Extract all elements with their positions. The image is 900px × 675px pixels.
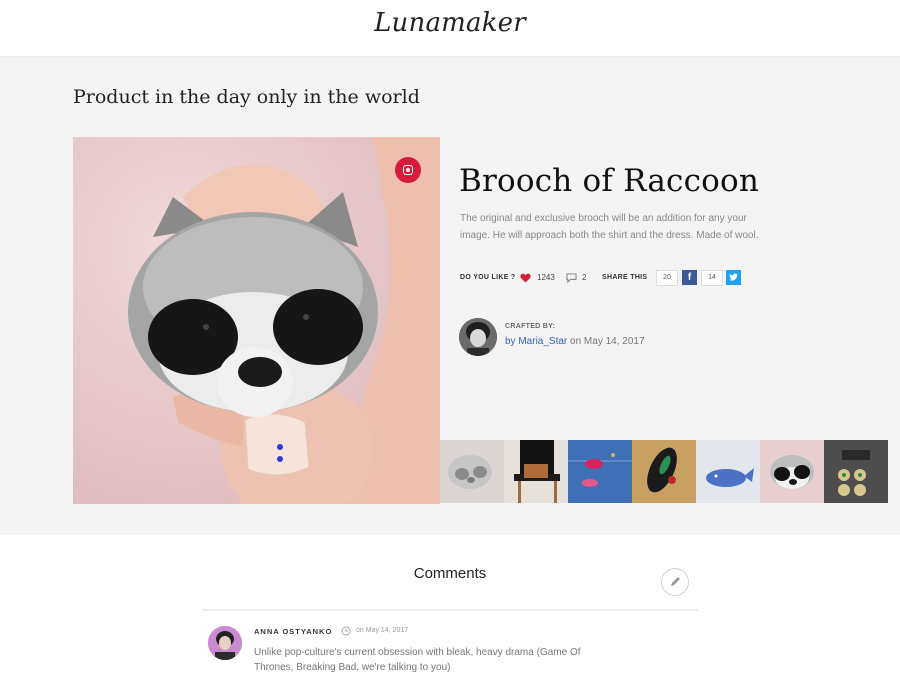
commenter-avatar[interactable] xyxy=(208,626,242,660)
comments-divider xyxy=(202,609,698,611)
thumbnail-lip-patches-on-denim[interactable] xyxy=(568,440,632,503)
comment-text: Unlike pop-culture's current obsession w… xyxy=(254,647,581,673)
author-by-prefix: by xyxy=(505,336,516,347)
crafted-by-line: by Maria_Star on May 14, 2017 xyxy=(505,336,645,347)
thumbnail-whale-brooch[interactable] xyxy=(696,440,760,503)
thumbnail-leather-bag-on-chair[interactable] xyxy=(504,440,568,503)
author-name: Maria_Star xyxy=(518,336,568,347)
thumbnail-raccoon-brooch-faded[interactable] xyxy=(440,440,504,503)
product-title: Brooch of Raccoon xyxy=(459,163,760,199)
clock-icon xyxy=(341,626,351,636)
twitter-icon[interactable] xyxy=(726,270,741,285)
raccoon-brooch-photo xyxy=(73,137,440,504)
author-avatar[interactable] xyxy=(459,318,497,356)
comment-count: 2 xyxy=(582,273,587,282)
engagement-bar: DO YOU LIKE ? 1243 2 SHARE THIS 20 f 14 xyxy=(460,268,760,288)
thumbnail-owl-cufflinks[interactable] xyxy=(824,440,888,503)
crafted-date: on May 14, 2017 xyxy=(570,336,645,347)
site-logo[interactable]: Lunamaker xyxy=(0,8,900,38)
write-comment-button[interactable] xyxy=(661,568,689,596)
crafted-by-label: CRAFTED BY: xyxy=(505,323,556,330)
product-description: The original and exclusive brooch will b… xyxy=(460,213,759,241)
author-link[interactable]: by Maria_Star xyxy=(505,336,567,347)
comment-author[interactable]: ANNA OSTYANKO xyxy=(254,627,332,636)
thumbnail-raccoon-brooch[interactable] xyxy=(760,440,824,503)
comments-title: Comments xyxy=(413,565,487,582)
pencil-icon xyxy=(671,577,680,586)
thumbnail-feather-brooch[interactable] xyxy=(632,440,696,503)
section-title: Product in the day only in the world xyxy=(73,86,420,108)
twitter-share-count: 14 xyxy=(701,270,723,286)
like-count: 1243 xyxy=(537,273,555,282)
facebook-share-count: 20 xyxy=(656,270,678,286)
thumbnail-strip xyxy=(440,440,900,503)
like-label: DO YOU LIKE ? xyxy=(460,274,516,281)
product-main-image[interactable] xyxy=(73,137,440,504)
comment-bubble-icon[interactable] xyxy=(566,268,578,288)
site-header: Lunamaker xyxy=(0,0,900,57)
heart-icon[interactable] xyxy=(520,268,532,288)
share-label: SHARE THIS xyxy=(602,274,648,281)
comment-date: on May 14, 2017 xyxy=(356,627,409,634)
facebook-icon[interactable]: f xyxy=(682,270,697,285)
instagram-icon[interactable] xyxy=(395,157,421,183)
